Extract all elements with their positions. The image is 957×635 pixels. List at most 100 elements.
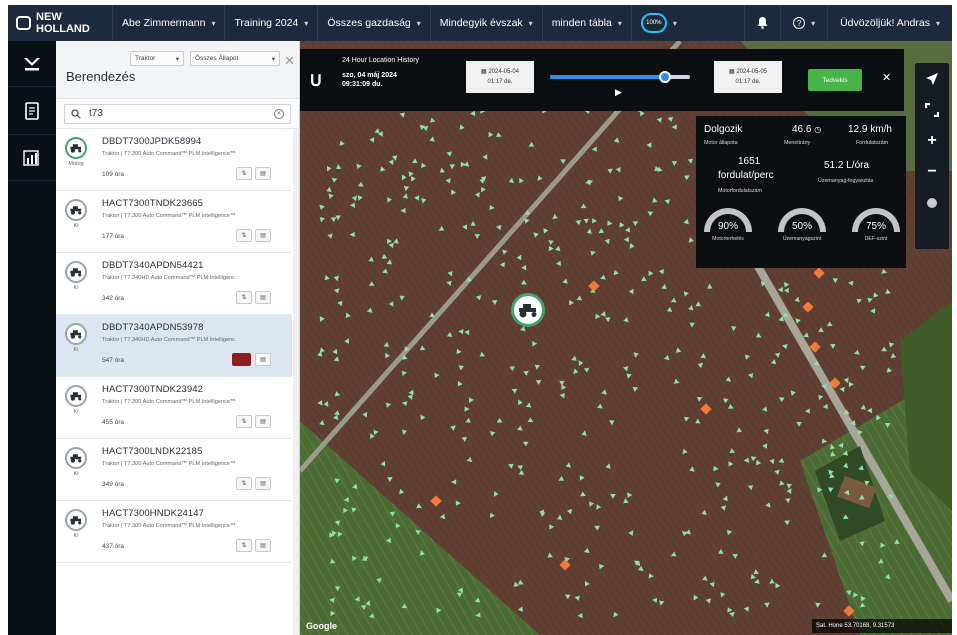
close-panel-icon[interactable]: ✕: [284, 53, 295, 69]
tractor-location-marker[interactable]: [511, 293, 545, 327]
nav-client-dropdown[interactable]: Abe Zimmermann ▾: [112, 5, 224, 41]
zoom-out-button[interactable]: −: [915, 156, 949, 187]
panel-title: Berendezés: [66, 69, 136, 84]
equipment-details-button[interactable]: ⇅: [236, 477, 252, 490]
equipment-model: Traktor | T7.300 Auto Command™ PLM Intel…: [102, 523, 236, 529]
rail-analytics-button[interactable]: [8, 135, 56, 181]
plus-icon: +: [927, 131, 937, 149]
equipment-list-scrollbar[interactable]: [293, 129, 299, 635]
equipment-card-button[interactable]: ▤: [255, 291, 271, 304]
equipment-details-button[interactable]: ⇅: [236, 167, 252, 180]
equipment-hours: 437 óra: [102, 543, 125, 550]
type-filter-select[interactable]: Traktor ▾: [130, 51, 184, 66]
equipment-list-item[interactable]: Motog DBDT7300JPDK58994 Traktor | T7.300 A…: [56, 129, 292, 191]
history-date: szo, 04 máj 2024: [342, 72, 397, 79]
card-icon: ▤: [260, 233, 266, 239]
equipment-hours: 109 óra: [102, 171, 125, 178]
locate-button[interactable]: [915, 63, 949, 94]
state-filter-select[interactable]: Összes Állapot ▾: [190, 51, 280, 66]
bar-chart-icon: [23, 149, 39, 166]
nav-organization-dropdown[interactable]: Training 2024 ▾: [224, 5, 317, 41]
clock-icon: ◷: [814, 125, 822, 134]
map-tools: + −: [915, 63, 949, 249]
equipment-list-item[interactable]: Ki HACT7300TNDK23942 Traktor | T7.300 Auto…: [56, 377, 292, 439]
start-date-value: ▦ 2024-05-04: [466, 67, 534, 77]
start-date-text: 2024-05-04: [488, 69, 520, 75]
nav-farm-dropdown[interactable]: Összes gazdaság ▾: [317, 5, 429, 41]
equipment-search-input[interactable]: t73 ✕: [64, 103, 291, 124]
nav-farm-label: Összes gazdaság: [327, 17, 411, 29]
street-view-button[interactable]: [915, 187, 949, 218]
fuel-level-arc: 50%: [778, 208, 826, 232]
equipment-card-button[interactable]: ▤: [255, 167, 271, 180]
list-icon: ⇅: [241, 233, 247, 239]
equipment-details-button[interactable]: ⇅: [236, 291, 252, 304]
equipment-hours: 342 óra: [102, 295, 125, 302]
engine-load-arc: 90%: [704, 208, 752, 232]
equipment-details-button[interactable]: ⇅: [236, 539, 252, 552]
def-level-value: 75%: [865, 221, 886, 232]
time-slider-handle[interactable]: [658, 71, 671, 83]
heading-value: 46.6 ◷: [792, 124, 821, 135]
engine-load-label: Motorterhelés: [712, 236, 744, 242]
equipment-name: HACT7300HNDK24147: [102, 508, 205, 519]
equipment-list-item[interactable]: Ki DBDT7340APDN53978 Traktor | T7.340HD Au…: [56, 315, 292, 377]
search-row: t73 ✕: [56, 99, 299, 129]
equipment-details-button[interactable]: ⇅: [236, 415, 252, 428]
equipment-card-button[interactable]: ▤: [255, 539, 271, 552]
card-icon: ▤: [260, 295, 266, 301]
equipment-state: Ki: [73, 223, 79, 229]
rail-reports-button[interactable]: [8, 87, 56, 135]
user-greeting: Üdvözöljük! Andras: [840, 17, 930, 29]
time-slider-fill: [550, 75, 665, 79]
def-level-arc: 75%: [852, 208, 900, 232]
nav-field-dropdown[interactable]: minden tábla ▾: [541, 5, 631, 41]
equipment-model: Traktor | T7.340HD Auto Command™ PLM Int…: [102, 275, 235, 281]
equipment-card-button[interactable]: ▤: [255, 353, 271, 366]
brand-logo[interactable]: NEW HOLLAND: [8, 11, 112, 35]
equipment-name: DBDT7340APDN54421: [102, 260, 204, 271]
start-date-picker[interactable]: ▦ 2024-05-04 01:17 de.: [466, 61, 534, 93]
map-view[interactable]: ᑌ 24 Hour Location History szo, 04 máj 2…: [300, 41, 952, 635]
equipment-details-button[interactable]: ⇅: [236, 229, 252, 242]
nav-season-label: Mindegyik évszak: [439, 17, 523, 29]
history-title: 24 Hour Location History: [342, 57, 420, 64]
equipment-list-item[interactable]: Ki HACT7300HNDK24147 Traktor | T7.300 Auto…: [56, 501, 292, 563]
chevron-down-icon: ▾: [528, 18, 533, 28]
clear-search-icon[interactable]: ✕: [274, 108, 284, 119]
equipment-list-item[interactable]: Ki HACT7300LNDK22185 Traktor | T7.300 Auto…: [56, 439, 292, 501]
type-filter-value: Traktor: [135, 55, 156, 62]
rail-home-button[interactable]: [8, 41, 56, 87]
fullscreen-button[interactable]: [915, 94, 949, 125]
equipment-model: Traktor | T7.300 Auto Command™ PLM Intel…: [102, 213, 236, 219]
card-icon: ▤: [260, 481, 266, 487]
zoom-in-button[interactable]: +: [915, 125, 949, 156]
time-slider[interactable]: [550, 71, 690, 83]
end-time-value: 01:17 de.: [735, 79, 761, 85]
location-history-bar: ᑌ 24 Hour Location History szo, 04 máj 2…: [300, 49, 904, 111]
equipment-list-item[interactable]: Ki HACT7300TNDK23665 Traktor | T7.300 Auto…: [56, 191, 292, 253]
equipment-card-button[interactable]: ▤: [255, 415, 271, 428]
fuel-level-gauge: 50% Üzemanyagszint: [778, 208, 826, 242]
play-icon[interactable]: ▶: [615, 87, 622, 98]
card-icon: ▤: [260, 171, 266, 177]
nav-zoom-dropdown[interactable]: 100% ▾: [630, 5, 686, 41]
apply-button[interactable]: Tedvekis: [808, 69, 862, 91]
equipment-list-item[interactable]: Ki DBDT7340APDN54421 Traktor | T7.340HD Au…: [56, 253, 292, 315]
equipment-card-button[interactable]: ▤: [255, 229, 271, 242]
nav-season-dropdown[interactable]: Mindegyik évszak ▾: [429, 5, 542, 41]
help-button[interactable]: ? ▾: [780, 5, 827, 41]
track-color-button[interactable]: [232, 353, 251, 366]
notifications-button[interactable]: [744, 5, 780, 41]
bell-icon: [757, 17, 768, 29]
user-menu-dropdown[interactable]: Üdvözöljük! Andras ▾: [827, 5, 952, 41]
equipment-model: Traktor | T7.300 Auto Command™ PLM Intel…: [102, 151, 236, 157]
equipment-card-button[interactable]: ▤: [255, 477, 271, 490]
equipment-hours: 547 óra: [102, 357, 125, 364]
close-history-icon[interactable]: ✕: [882, 71, 891, 84]
equipment-hours: 177 óra: [102, 233, 125, 240]
navigation-arrow-icon: [926, 72, 938, 85]
fuel-level-value: 50%: [791, 221, 812, 232]
end-date-picker[interactable]: ▦ 2024-05-05 01:17 de.: [714, 61, 782, 93]
chevron-down-icon: ▾: [672, 18, 677, 28]
